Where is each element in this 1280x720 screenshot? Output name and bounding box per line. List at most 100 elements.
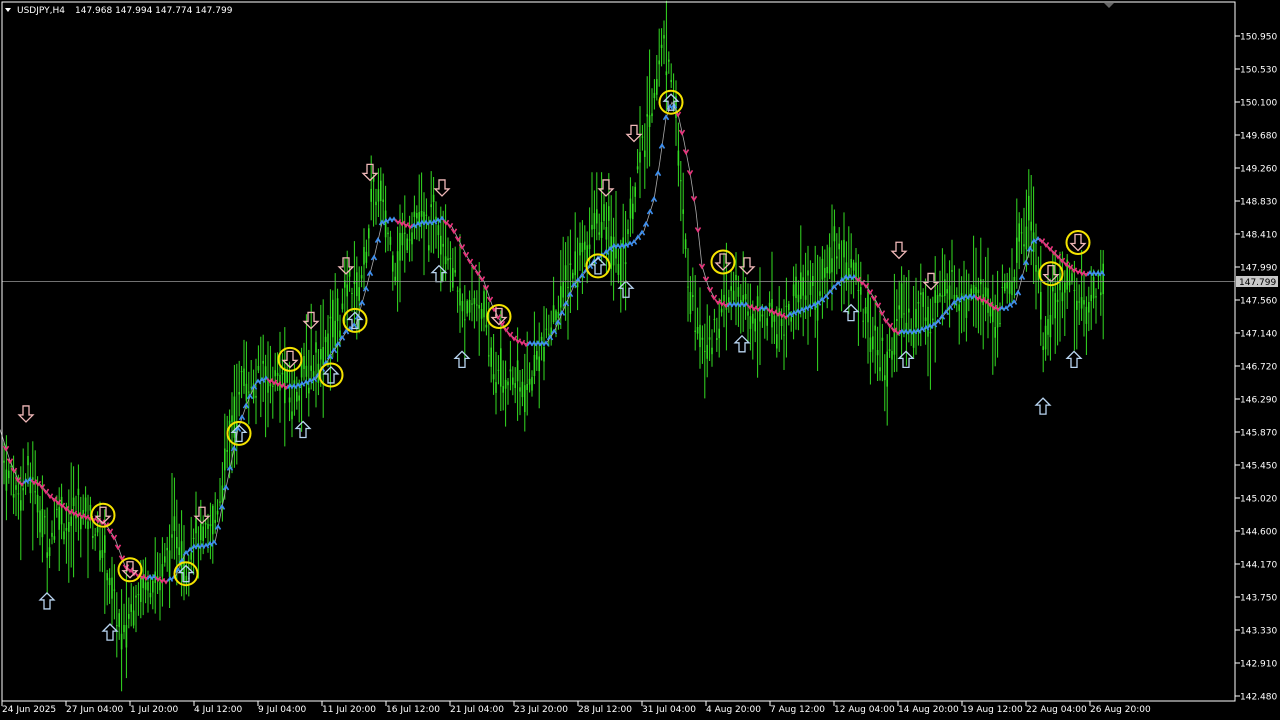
candle-body [298, 395, 300, 401]
candle-body [924, 317, 927, 321]
candle-body [94, 534, 96, 536]
candle-body [524, 385, 526, 413]
price-chart[interactable]: USDJPY,H4 147.968 147.994 147.774 147.79… [0, 0, 1280, 720]
candle-body [1064, 282, 1066, 293]
candle-body [713, 319, 716, 321]
candle-body [536, 351, 538, 360]
candle-body [718, 328, 720, 339]
candle-body [816, 303, 819, 321]
candle-body [588, 244, 591, 250]
candle-body [737, 287, 740, 297]
candle-body [406, 238, 408, 251]
candle-body [468, 300, 471, 313]
candle-body [977, 289, 980, 293]
candle-body [771, 299, 773, 328]
candle-body [687, 286, 689, 288]
candle-body [603, 204, 605, 221]
candle-body [838, 243, 840, 250]
price-axis[interactable]: 150.950 150.530 150.100 149.680 149.260 148.8… [1235, 33, 1277, 703]
candle-body [1004, 282, 1006, 292]
candle-body [80, 516, 82, 530]
candle-body [860, 287, 862, 295]
candle-body [1078, 301, 1080, 303]
candle-body [629, 198, 632, 219]
candle-body [274, 370, 276, 377]
candle-body [514, 383, 516, 388]
candle-body [212, 505, 214, 535]
candle-body [776, 334, 778, 349]
candle-body [564, 265, 567, 281]
candle-body [209, 524, 212, 527]
candle-body [1095, 296, 1097, 298]
candle-body [341, 303, 344, 310]
candle-body [480, 309, 483, 319]
time-tick-label: 12 Aug 04:00 [834, 705, 895, 715]
candle-body [852, 262, 855, 271]
scroll-marker-icon[interactable] [1104, 3, 1114, 8]
candle-body [339, 330, 341, 337]
candle-body [855, 262, 857, 279]
candle-body [932, 318, 934, 321]
candle-body [327, 333, 329, 357]
candle-body [956, 295, 958, 298]
candle-body [584, 241, 586, 250]
candle-body [257, 366, 260, 371]
candle-body [432, 194, 435, 203]
candle-body [754, 318, 756, 332]
time-axis[interactable]: 24 Jun 2025 27 Jun 04:00 1 Jul 20:00 4 Jul … [1, 701, 1151, 715]
candle-body [886, 351, 888, 387]
candle-body [744, 294, 747, 300]
candle-body [581, 242, 584, 253]
candle-body [1090, 294, 1092, 302]
candle-body [248, 391, 250, 393]
candle-body [790, 317, 792, 322]
buy-arrow-icon [101, 623, 119, 641]
candle-body [58, 507, 60, 530]
candle-body [574, 251, 576, 276]
candle-body [939, 293, 941, 297]
candle-body [1023, 244, 1025, 247]
candle-body [994, 327, 996, 338]
candle-body [276, 372, 279, 376]
time-tick-label: 22 Aug 04:00 [1026, 705, 1087, 715]
candle-body [898, 305, 900, 310]
candle-body [836, 256, 838, 259]
symbol-menu-icon[interactable] [5, 8, 11, 12]
candle-body [708, 337, 711, 340]
candle-body [663, 35, 665, 39]
candle-body [51, 532, 53, 537]
candle-body [1035, 265, 1037, 272]
candle-body [461, 301, 464, 312]
time-tick-label: 4 Aug 20:00 [706, 705, 761, 715]
candle-body [908, 308, 910, 313]
price-tick-label: 145.870 [1240, 429, 1277, 439]
candle-body [632, 203, 634, 220]
price-tick-label: 143.330 [1240, 627, 1277, 637]
candle-body [694, 330, 696, 332]
candle-body [207, 524, 209, 529]
candle-body [164, 556, 166, 563]
candle-body [288, 397, 291, 403]
candle-body [12, 494, 15, 498]
candle-body [329, 316, 332, 319]
candle-body [730, 286, 732, 291]
candle-body [1030, 221, 1032, 231]
candle-body [440, 235, 442, 255]
candle-body [1088, 302, 1090, 313]
time-tick-label: 14 Aug 20:00 [898, 705, 959, 715]
candle-body [989, 305, 992, 317]
candle-body [1044, 325, 1047, 350]
candle-body [545, 328, 548, 330]
candle-body [516, 360, 519, 382]
candle-body [1071, 273, 1073, 282]
sell-arrow-icon [193, 506, 211, 525]
candle-body [896, 319, 898, 321]
candle-body [334, 320, 336, 347]
candle-body [610, 236, 612, 269]
candle-body [747, 311, 749, 316]
candle-body [204, 522, 207, 525]
candle-body [783, 334, 785, 336]
candle-body [699, 324, 701, 348]
candle-body [502, 386, 504, 393]
candle-body [591, 224, 593, 230]
